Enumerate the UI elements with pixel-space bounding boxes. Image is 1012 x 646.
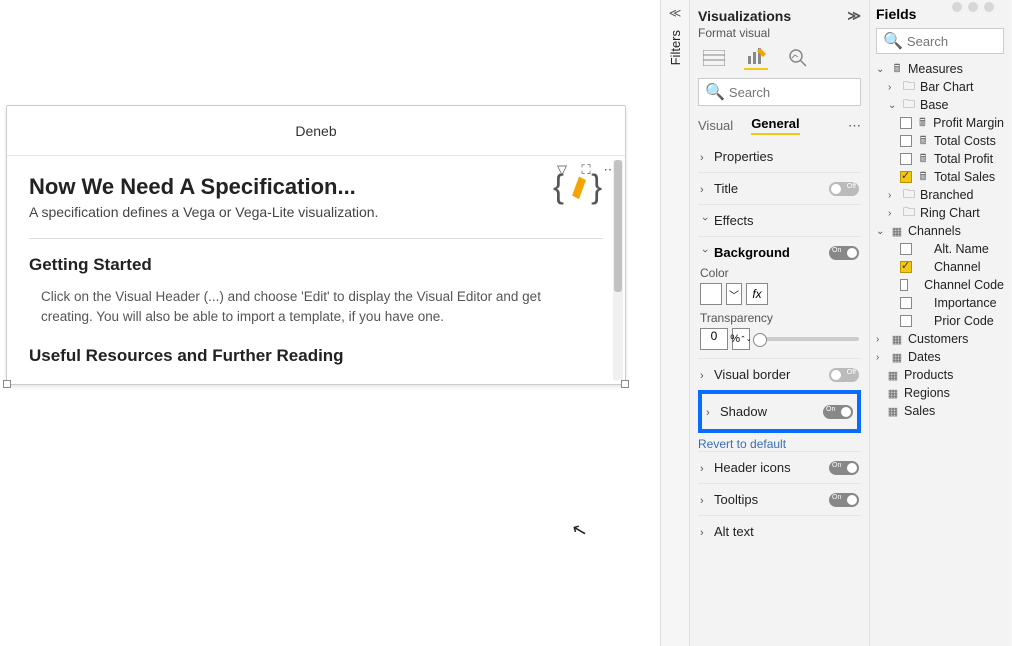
chevron-right-icon: ›: [700, 527, 710, 539]
svg-text:{: {: [553, 167, 564, 204]
format-search-input[interactable]: [729, 85, 854, 100]
table-measures[interactable]: ⌄Measures: [876, 60, 1004, 78]
field-total-sales[interactable]: Total Sales: [876, 168, 1004, 186]
row-header-icons[interactable]: ›Header icons On: [698, 451, 861, 483]
transparency-unit[interactable]: %⌃⌄: [732, 328, 750, 350]
deneb-visual[interactable]: Deneb ▽ ⛶ ⋯ { } Now We Need A Specificat…: [6, 105, 626, 385]
format-visual-label: Format visual: [698, 26, 861, 40]
filters-pane-collapsed[interactable]: ≪ Filters: [660, 0, 690, 646]
field-channel-code[interactable]: Channel Code: [876, 276, 1004, 294]
field-alt-name[interactable]: Alt. Name: [876, 240, 1004, 258]
search-icon: 🔍: [883, 31, 903, 51]
field-profit-margin[interactable]: Profit Margin: [876, 114, 1004, 132]
row-shadow[interactable]: ›Shadow On: [704, 396, 855, 427]
tab-visual[interactable]: Visual: [698, 118, 733, 133]
table-products[interactable]: Products: [876, 366, 1004, 384]
pencil-braces-icon: { }: [553, 166, 605, 208]
background-color-swatch[interactable]: [700, 283, 722, 305]
toggle-background[interactable]: On: [829, 246, 859, 260]
build-visual-icon[interactable]: [702, 46, 726, 70]
chevron-right-icon: ›: [700, 370, 710, 382]
row-effects[interactable]: ›Effects: [698, 204, 861, 236]
cursor-icon: ↖: [570, 518, 590, 542]
field-channel[interactable]: Channel: [876, 258, 1004, 276]
background-color-dropdown[interactable]: ﹀: [726, 283, 742, 305]
format-mode-tabs: [698, 46, 861, 70]
fields-search-input[interactable]: [907, 34, 997, 49]
visual-scrollbar[interactable]: [613, 160, 623, 380]
svg-text:}: }: [591, 167, 602, 204]
folder-base[interactable]: ⌄Base: [876, 96, 1004, 114]
expand-filters-icon[interactable]: ≪: [661, 6, 689, 20]
window-control-icons: [952, 2, 994, 12]
chevron-down-icon: ›: [699, 249, 711, 259]
color-label: Color: [700, 266, 859, 280]
getting-started-heading: Getting Started: [29, 255, 603, 275]
visualizations-pane: Visualizations ≫ Format visual 🔍 Visual …: [690, 0, 870, 646]
search-icon: 🔍: [705, 82, 725, 102]
folder-branched[interactable]: ›Branched: [876, 186, 1004, 204]
visual-body: { } Now We Need A Specification... A spe…: [7, 156, 625, 384]
table-regions[interactable]: Regions: [876, 384, 1004, 402]
transparency-slider[interactable]: [754, 337, 859, 341]
chevron-right-icon: ›: [700, 184, 710, 196]
fields-search[interactable]: 🔍: [876, 28, 1004, 54]
folder-bar-chart[interactable]: ›Bar Chart: [876, 78, 1004, 96]
row-title[interactable]: ›Title Off: [698, 172, 861, 204]
toggle-tooltips[interactable]: On: [829, 493, 859, 507]
chevron-down-icon: ›: [699, 217, 711, 227]
visual-title-bar: Deneb: [7, 106, 625, 156]
toggle-title[interactable]: Off: [829, 182, 859, 196]
tab-general[interactable]: General: [751, 116, 799, 135]
field-prior-code[interactable]: Prior Code: [876, 312, 1004, 330]
fields-tree: ⌄Measures ›Bar Chart ⌄Base Profit Margin…: [876, 60, 1004, 420]
spec-subtitle: A specification defines a Vega or Vega-L…: [29, 204, 603, 220]
transparency-input[interactable]: 0: [700, 328, 728, 350]
toggle-shadow[interactable]: On: [823, 405, 853, 419]
chevron-right-icon: ›: [700, 152, 710, 164]
filters-label: Filters: [668, 30, 683, 65]
divider: [29, 238, 603, 239]
report-canvas: Deneb ▽ ⛶ ⋯ { } Now We Need A Specificat…: [0, 0, 660, 646]
chevron-right-icon: ›: [700, 495, 710, 507]
collapse-viz-icon[interactable]: ≫: [847, 8, 861, 24]
chevron-right-icon: ›: [706, 407, 716, 419]
field-importance[interactable]: Importance: [876, 294, 1004, 312]
format-visual-icon[interactable]: [744, 46, 768, 70]
background-color-fx[interactable]: fx: [746, 283, 768, 305]
row-alt-text[interactable]: ›Alt text: [698, 515, 861, 547]
table-sales[interactable]: Sales: [876, 402, 1004, 420]
toggle-visual-border[interactable]: Off: [829, 368, 859, 382]
field-total-costs[interactable]: Total Costs: [876, 132, 1004, 150]
row-visual-border[interactable]: ›Visual border Off: [698, 358, 861, 390]
revert-to-default-link[interactable]: Revert to default: [698, 437, 861, 451]
tab-more-icon[interactable]: ⋯: [848, 118, 861, 134]
visual-title: Deneb: [295, 123, 336, 139]
table-channels[interactable]: ⌄Channels: [876, 222, 1004, 240]
toggle-header-icons[interactable]: On: [829, 461, 859, 475]
analytics-icon[interactable]: [786, 46, 810, 70]
visualizations-title: Visualizations: [698, 8, 791, 24]
field-total-profit[interactable]: Total Profit: [876, 150, 1004, 168]
row-properties[interactable]: ›Properties: [698, 141, 861, 172]
dot-icon: [984, 2, 994, 12]
format-search[interactable]: 🔍: [698, 78, 861, 106]
chevron-right-icon: ›: [700, 463, 710, 475]
dot-icon: [968, 2, 978, 12]
folder-ring-chart[interactable]: ›Ring Chart: [876, 204, 1004, 222]
getting-started-body: Click on the Visual Header (...) and cho…: [41, 287, 591, 328]
resources-heading: Useful Resources and Further Reading: [29, 346, 603, 366]
transparency-label: Transparency: [700, 311, 859, 325]
spec-heading: Now We Need A Specification...: [29, 174, 603, 200]
fields-pane: Fields 🔍 ⌄Measures ›Bar Chart ⌄Base Prof…: [870, 0, 1010, 646]
shadow-highlight: ›Shadow On: [698, 390, 861, 433]
row-tooltips[interactable]: ›Tooltips On: [698, 483, 861, 515]
dot-icon: [952, 2, 962, 12]
table-customers[interactable]: ›Customers: [876, 330, 1004, 348]
table-dates[interactable]: ›Dates: [876, 348, 1004, 366]
effects-background-block: ›Background On Color ﹀ fx Transparency 0…: [698, 236, 861, 358]
